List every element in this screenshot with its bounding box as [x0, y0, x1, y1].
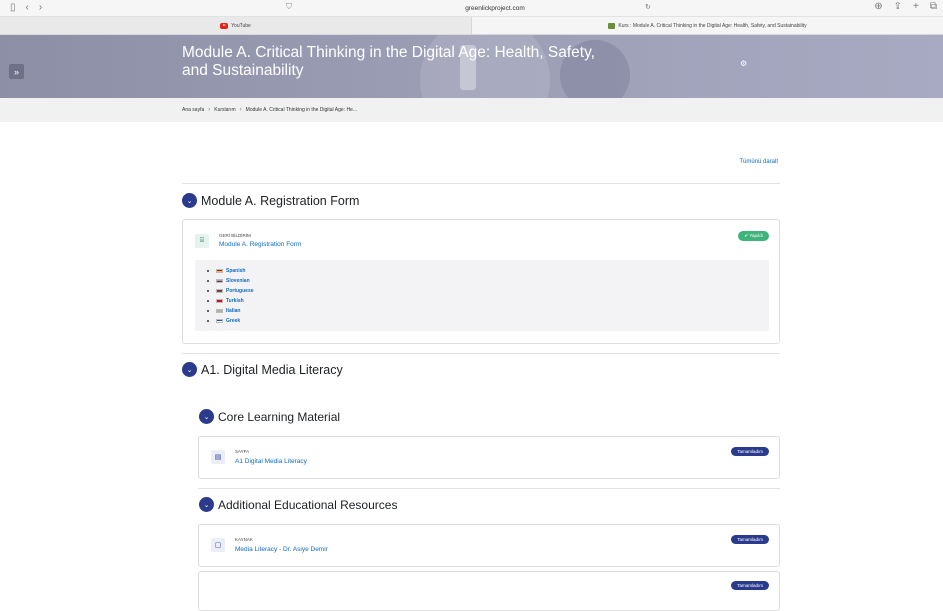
- course-drawer-toggle-button[interactable]: »: [9, 64, 24, 79]
- flag-icon: [216, 269, 223, 273]
- tab-label: Kurs : Module A. Critical Thinking in th…: [618, 22, 807, 29]
- language-link[interactable]: Greek: [226, 318, 240, 324]
- site-favicon-icon: [608, 22, 616, 29]
- flag-icon: [216, 299, 223, 303]
- tab-bar: YouTube Kurs : Module A. Critical Thinki…: [0, 17, 943, 35]
- resource-activity-card: ▢ KAYNAK Media Literacy - Dr. Asiye Demi…: [198, 524, 780, 567]
- activity-link[interactable]: A1 Digital Media Literacy: [235, 458, 307, 465]
- tab-youtube[interactable]: YouTube: [0, 17, 471, 34]
- url-text: greenlickproject.com: [465, 4, 525, 12]
- reload-icon[interactable]: ↻: [645, 3, 651, 11]
- mark-done-button[interactable]: Tamamladım: [731, 581, 769, 590]
- language-link[interactable]: Turkish: [226, 298, 244, 304]
- registration-activity-card: ⌸ GERİ BİLDİRİM Module A. Registration F…: [182, 219, 780, 344]
- youtube-icon: [220, 22, 229, 29]
- subsection-title: Additional Educational Resources: [218, 497, 398, 512]
- language-item[interactable]: Slovenian: [207, 276, 769, 286]
- language-list: Spanish Slovenian Portuguese Turkish Italian…: [195, 260, 769, 331]
- flag-icon: [216, 279, 223, 283]
- flag-icon: [216, 319, 223, 323]
- new-tab-icon[interactable]: +: [913, 1, 919, 12]
- bullet: [207, 270, 209, 272]
- language-link[interactable]: Italian: [226, 308, 240, 314]
- resource-activity-card: Tamamladım: [198, 571, 780, 611]
- bullet: [207, 300, 209, 302]
- breadcrumb: Ana sayfa › Kurslarım › Module A. Critic…: [0, 98, 943, 122]
- activity-type: KAYNAK: [235, 537, 253, 542]
- subsection-header-additional[interactable]: ⌄ Additional Educational Resources: [199, 497, 397, 512]
- core-activity-card: ▤ SAYFA A1 Digital Media Literacy Tamaml…: [198, 436, 780, 479]
- toolbar-nav-group: ▯ ‹ ›: [10, 2, 42, 13]
- divider: [198, 488, 780, 489]
- flag-icon: [216, 309, 223, 313]
- section-title: A1. Digital Media Literacy: [201, 362, 343, 377]
- chevron-down-icon[interactable]: ⌄: [182, 362, 197, 377]
- subsection-title: Core Learning Material: [218, 409, 341, 424]
- tab-overview-icon[interactable]: ⧉: [930, 1, 937, 12]
- sidebar-toggle-icon[interactable]: ▯: [10, 2, 16, 13]
- subsection-header-core[interactable]: ⌄ Core Learning Material: [199, 409, 340, 424]
- breadcrumb-courses-link[interactable]: Kurslarım: [214, 107, 235, 113]
- download-icon[interactable]: ⊕: [874, 1, 882, 12]
- address-bar[interactable]: greenlickproject.com: [300, 2, 690, 14]
- privacy-shield-icon[interactable]: ⛉: [286, 2, 292, 12]
- bullet: [207, 280, 209, 282]
- divider: [182, 353, 780, 354]
- chevron-down-icon[interactable]: ⌄: [199, 497, 214, 512]
- mark-done-button[interactable]: Tamamladım: [731, 535, 769, 544]
- section-title: Module A. Registration Form: [201, 193, 360, 208]
- language-link[interactable]: Slovenian: [226, 278, 250, 284]
- language-item[interactable]: Italian: [207, 306, 769, 316]
- bullet: [207, 320, 209, 322]
- language-item[interactable]: Portuguese: [207, 286, 769, 296]
- activity-type: SAYFA: [235, 449, 250, 454]
- activity-type: GERİ BİLDİRİM: [219, 233, 251, 238]
- page-title: Module A. Critical Thinking in the Digit…: [182, 44, 595, 79]
- chevron-right-icon: ›: [208, 107, 211, 113]
- breadcrumb-home-link[interactable]: Ana sayfa: [182, 107, 204, 113]
- divider: [182, 183, 780, 184]
- language-item[interactable]: Spanish: [207, 266, 769, 276]
- mark-done-button[interactable]: Tamamladım: [731, 447, 769, 456]
- collapse-all-link[interactable]: Tümünü daralt: [739, 159, 778, 165]
- back-icon[interactable]: ‹: [26, 2, 29, 13]
- section-header-registration[interactable]: ⌄ Module A. Registration Form: [182, 193, 359, 208]
- chevron-down-icon[interactable]: ⌄: [182, 193, 197, 208]
- bullet: [207, 290, 209, 292]
- flag-icon: [216, 289, 223, 293]
- feedback-icon: ⌸: [195, 234, 209, 248]
- tab-course[interactable]: Kurs : Module A. Critical Thinking in th…: [471, 17, 943, 34]
- chevron-right-icon: ›: [239, 107, 242, 113]
- language-item[interactable]: Greek: [207, 316, 769, 326]
- page-icon: ▤: [211, 450, 225, 464]
- forward-icon[interactable]: ›: [39, 2, 42, 13]
- completion-status-badge[interactable]: ✔ Yapıldı: [738, 231, 769, 241]
- browser-toolbar: ▯ ‹ › ⛉ greenlickproject.com ↻ ⊕ ⇪ + ⧉: [0, 0, 943, 17]
- file-icon: ▢: [211, 538, 225, 552]
- bullet: [207, 310, 209, 312]
- share-icon[interactable]: ⇪: [894, 1, 902, 12]
- course-header-banner: » Module A. Critical Thinking in the Dig…: [0, 35, 943, 98]
- activity-link[interactable]: Media Literacy - Dr. Asiye Demir: [235, 546, 328, 553]
- tab-label: YouTube: [231, 22, 251, 29]
- chevron-down-icon[interactable]: ⌄: [199, 409, 214, 424]
- breadcrumb-current: Module A. Critical Thinking in the Digit…: [245, 107, 358, 113]
- language-link[interactable]: Portuguese: [226, 288, 254, 294]
- toolbar-actions: ⊕ ⇪ + ⧉: [874, 1, 937, 12]
- language-item[interactable]: Turkish: [207, 296, 769, 306]
- section-header-a1[interactable]: ⌄ A1. Digital Media Literacy: [182, 362, 343, 377]
- language-link[interactable]: Spanish: [226, 268, 245, 274]
- course-settings-icon[interactable]: ⚙: [740, 59, 747, 68]
- activity-link[interactable]: Module A. Registration Form: [219, 241, 301, 248]
